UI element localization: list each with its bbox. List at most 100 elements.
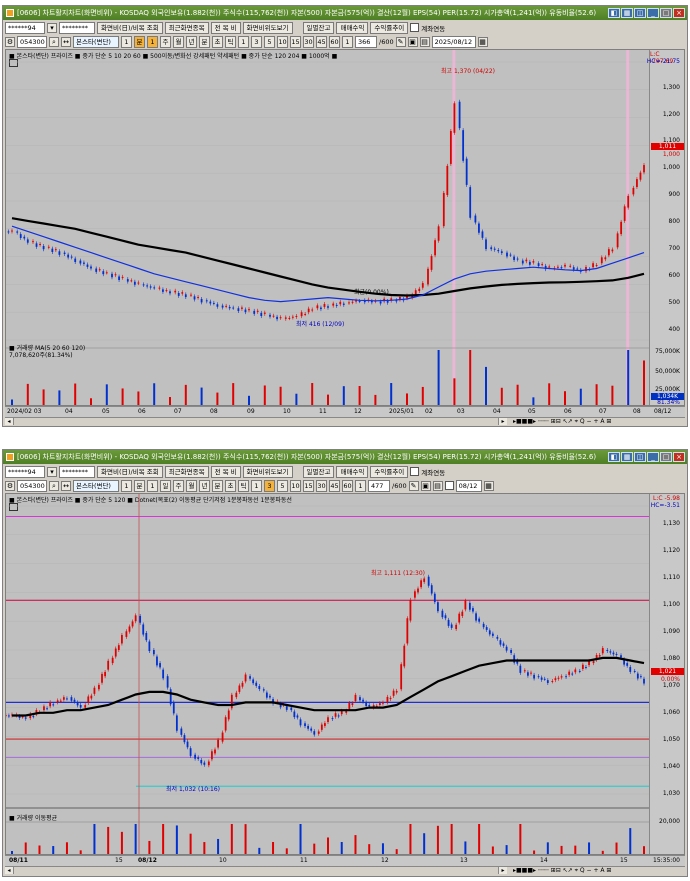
count-field[interactable]: 366 [355,35,377,48]
dropdown-icon[interactable]: ▾ [47,466,57,477]
period-btn-9[interactable]: 틱 [238,479,249,492]
period-btn-16[interactable]: 60 [329,35,340,48]
password-field[interactable]: ******** [59,465,95,478]
profit-trend-button[interactable]: 수익률추이 [370,465,409,478]
account-field[interactable]: ******94 [5,21,45,34]
close-icon[interactable]: × [673,8,685,18]
date-checkbox[interactable] [444,481,454,490]
period-btn-7[interactable]: 초 [212,35,223,48]
recent-button[interactable]: 최근화면종목 [164,21,209,34]
grid-icon[interactable]: ▦ [621,452,633,462]
period-btn-10[interactable]: 1 [251,479,262,492]
period-btn-8[interactable]: 초 [225,479,236,492]
pin-icon[interactable]: ◫ [634,452,646,462]
period-btn-5[interactable]: 년 [186,35,197,48]
recent-button[interactable]: 최근화면종목 [164,465,209,478]
settings-icon[interactable]: ⚙ [5,36,15,47]
top-scrollbar[interactable]: ◂ ▸ ▸■■■▸ ┄┄┄ ⊞⊟ ↖↗ ⌖ Q − + A ⊞ [5,417,685,426]
close-icon[interactable]: × [673,452,685,462]
minimize-icon[interactable]: _ [647,452,659,462]
stock-name-field[interactable]: 본스타(변단) [73,479,119,492]
period-btn-10[interactable]: 3 [251,35,262,48]
calendar-picker-icon[interactable]: ▦ [483,480,494,491]
period-btn-5[interactable]: 월 [186,479,197,492]
period-btn-17[interactable]: 60 [342,479,353,492]
period-btn-15[interactable]: 45 [316,35,327,48]
period-btn-1[interactable]: 분 [134,479,145,492]
period-btn-12[interactable]: 10 [277,35,288,48]
period-btn-3[interactable]: 일 [160,479,171,492]
period-btn-14[interactable]: 15 [303,479,314,492]
dropdown-icon[interactable]: ▾ [47,22,57,33]
scroll-left-icon[interactable]: ◂ [5,418,14,425]
calendar-icon[interactable]: ▤ [419,36,430,47]
grid-icon[interactable]: ▦ [621,8,633,18]
bottom-chart-area[interactable]: ■ 본스타(변단) 프라이즈 ■ 중가 단순 5 120 ■ Dotnet(목표… [5,493,685,855]
period-btn-6[interactable]: 분 [199,35,210,48]
search-icon[interactable]: ⌕ [49,36,59,47]
period-btn-2[interactable]: 1 [147,35,158,48]
period-btn-13[interactable]: 15 [290,35,301,48]
period-btn-11[interactable]: 3 [264,479,275,492]
maximize-icon[interactable]: □ [660,8,672,18]
zoom-tools-icon[interactable]: ▸■■■▸ ┄┄┄ ⊞⊟ ↖↗ ⌖ Q − + A ⊞ [513,418,683,425]
trade-profit-button[interactable]: 매매수익 [336,465,369,478]
stock-name-field[interactable]: 본스타(변단) [73,35,119,48]
period-btn-15[interactable]: 30 [316,479,327,492]
scroll-right-icon[interactable]: ▸ [498,867,507,874]
link-icon[interactable]: ◧ [608,8,620,18]
period-btn-17[interactable]: 1 [342,35,353,48]
profit-trend-button[interactable]: 수익률추이 [370,21,409,34]
period-btn-0[interactable]: 1 [121,479,132,492]
calendar-picker-icon[interactable]: ▦ [477,36,488,47]
save-icon[interactable]: ▣ [407,36,418,47]
period-btn-6[interactable]: 년 [199,479,210,492]
bottom-scrollbar[interactable]: ◂ ▸ ▸■■■▸ ┄┄┄ ⊞⊟ ↖↗ ⌖ Q − + A ⊞ [5,866,685,875]
tool-icon[interactable]: ✎ [408,480,419,491]
period-btn-2[interactable]: 1 [147,479,158,492]
date-field[interactable]: 2025/08/12 [431,35,476,48]
all-button[interactable]: 전 목 비 [210,21,241,34]
arrows-icon[interactable]: ↔ [61,480,71,491]
query-button[interactable]: 화면비(日)/비목 조회 [97,465,163,478]
search-icon[interactable]: ⌕ [49,480,59,491]
pin-icon[interactable]: ◫ [634,8,646,18]
account-link-checkbox[interactable] [410,467,420,476]
period-btn-13[interactable]: 10 [290,479,301,492]
period-btn-14[interactable]: 30 [303,35,314,48]
view-button[interactable]: 화면비위도보기 [242,21,293,34]
all-button[interactable]: 전 목 비 [210,465,241,478]
period-btn-4[interactable]: 주 [173,479,184,492]
period-btn-1[interactable]: 분 [134,35,145,48]
period-btn-8[interactable]: 틱 [225,35,236,48]
period-btn-0[interactable]: 1 [121,35,132,48]
count-field[interactable]: 477 [368,479,390,492]
arrows-icon[interactable]: ↔ [61,36,71,47]
stock-code-field[interactable]: 054300 [17,479,47,492]
period-btn-9[interactable]: 1 [238,35,249,48]
date-field[interactable]: 08/12 [455,479,482,492]
link-icon[interactable]: ◧ [608,452,620,462]
account-field[interactable]: ******94 [5,465,45,478]
period-btn-11[interactable]: 5 [264,35,275,48]
stock-code-field[interactable]: 054300 [17,35,47,48]
daily-balance-button[interactable]: 일별잔고 [302,465,335,478]
account-link-checkbox[interactable] [410,23,420,32]
period-btn-7[interactable]: 분 [212,479,223,492]
settings-icon[interactable]: ⚙ [5,480,15,491]
zoom-tools-icon[interactable]: ▸■■■▸ ┄┄┄ ⊞⊟ ↖↗ ⌖ Q − + A ⊞ [513,867,683,874]
period-btn-3[interactable]: 주 [160,35,171,48]
calendar-icon[interactable]: ▤ [432,480,443,491]
tool-icon[interactable]: ✎ [395,36,406,47]
scroll-right-icon[interactable]: ▸ [498,418,507,425]
save-icon[interactable]: ▣ [420,480,431,491]
password-field[interactable]: ******** [59,21,95,34]
period-btn-12[interactable]: 5 [277,479,288,492]
top-chart-area[interactable]: ■ 본스타(변단) 프라이즈 ■ 중가 단순 5 10 20 60 ■ 500이… [5,49,685,406]
daily-balance-button[interactable]: 일별잔고 [302,21,335,34]
trade-profit-button[interactable]: 매매수익 [336,21,369,34]
minimize-icon[interactable]: _ [647,8,659,18]
period-btn-16[interactable]: 45 [329,479,340,492]
period-btn-4[interactable]: 월 [173,35,184,48]
view-button[interactable]: 화면비위도보기 [242,465,293,478]
